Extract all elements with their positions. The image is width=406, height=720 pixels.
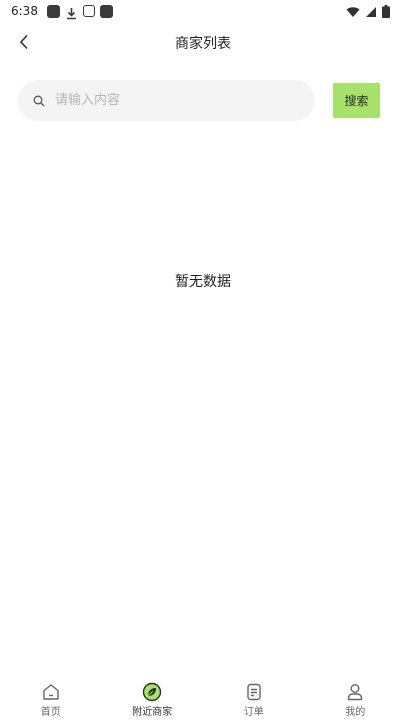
search-button[interactable]: 搜索: [333, 83, 380, 118]
tab-profile[interactable]: 我的: [305, 674, 406, 720]
search-icon: [33, 95, 45, 106]
status-time: 6:38: [11, 4, 38, 18]
tab-orders-label: 订单: [243, 707, 264, 718]
user-icon: [348, 684, 363, 701]
notification-app-icon: [83, 5, 95, 17]
tab-home[interactable]: 首页: [0, 674, 102, 720]
order-icon: [247, 683, 261, 701]
download-icon: [65, 5, 78, 20]
system-icons: [346, 5, 390, 18]
battery-icon: [382, 5, 390, 18]
leaf-icon: [143, 682, 162, 702]
search-input[interactable]: [53, 92, 287, 109]
search-field[interactable]: [18, 80, 315, 121]
tab-orders[interactable]: 订单: [203, 674, 305, 720]
empty-state-text: 暂无数据: [175, 274, 231, 290]
signal-icon: [366, 6, 376, 17]
wifi-icon: [346, 6, 360, 17]
notification-app-icon: [100, 5, 113, 18]
notification-icons: [47, 5, 113, 20]
bottom-tab-bar: 首页 附近商家 订单 我的: [0, 674, 406, 720]
notification-app-icon: [47, 5, 60, 18]
tab-profile-label: 我的: [345, 707, 366, 718]
tab-home-label: 首页: [40, 707, 61, 718]
app-header: 商家列表: [0, 26, 406, 60]
home-icon: [43, 684, 59, 700]
page-title: 商家列表: [175, 36, 231, 52]
status-bar: 6:38: [0, 0, 406, 26]
tab-nearby-merchants-label: 附近商家: [132, 707, 173, 718]
tab-nearby-merchants[interactable]: 附近商家: [102, 674, 204, 720]
